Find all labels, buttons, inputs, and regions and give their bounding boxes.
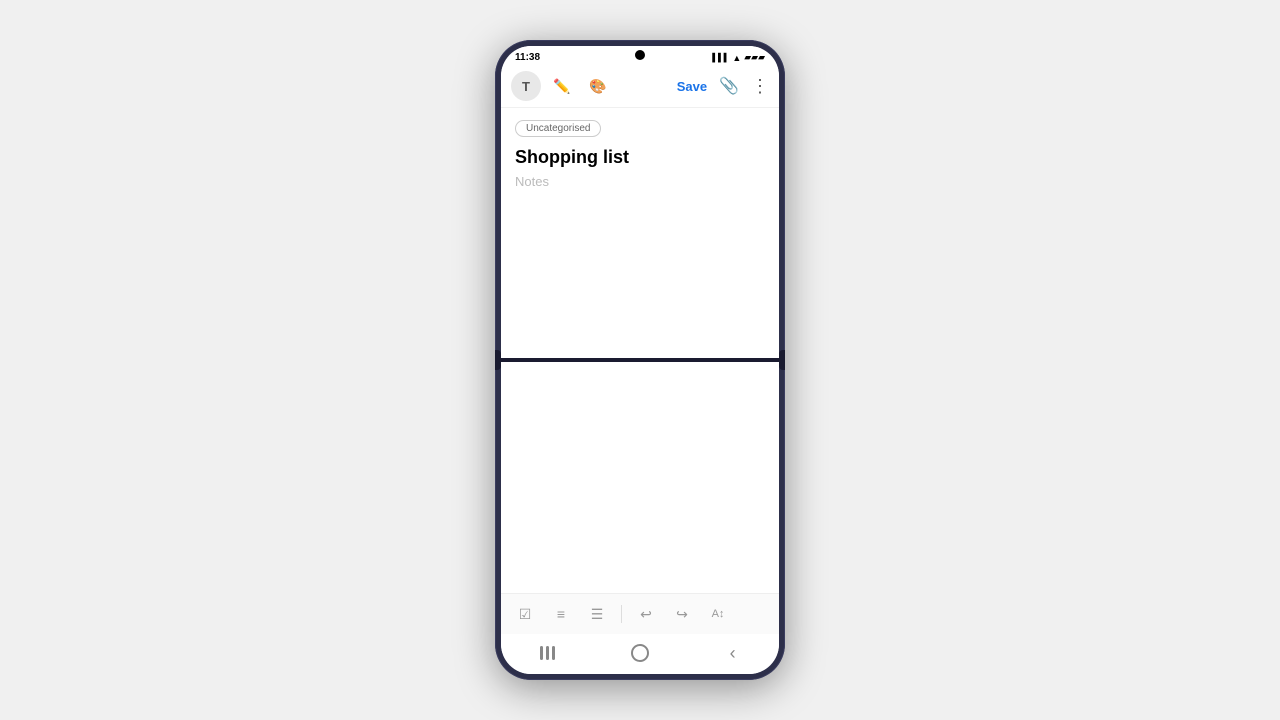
checkbox-icon: ☑ bbox=[519, 606, 532, 623]
status-time: 11:38 bbox=[515, 52, 540, 63]
pen-tool-button[interactable]: ✏️ bbox=[547, 71, 577, 101]
more-menu-icon[interactable]: ⋮ bbox=[751, 76, 769, 97]
signal-icon: ▌▌▌ bbox=[712, 53, 729, 62]
back-button[interactable]: ‹ bbox=[715, 642, 751, 664]
text-format-button[interactable]: T bbox=[511, 71, 541, 101]
back-icon: ‹ bbox=[730, 644, 736, 662]
numbered-list-icon: ☰ bbox=[591, 606, 604, 623]
bottom-format-toolbar: ☑ ≡ ☰ ↩ ↪ A↕ bbox=[501, 593, 779, 634]
text-icon: T bbox=[522, 79, 530, 94]
nav-line-2 bbox=[546, 646, 549, 660]
redo-icon: ↪ bbox=[676, 606, 688, 623]
hinge-left bbox=[495, 350, 501, 370]
palette-icon: 🎨 bbox=[589, 78, 606, 95]
nav-line-3 bbox=[552, 646, 555, 660]
checkbox-insert-button[interactable]: ☑ bbox=[511, 600, 539, 628]
app-toolbar: T ✏️ 🎨 Save 📎 ⋮ bbox=[501, 65, 779, 108]
status-bar: 11:38 ▌▌▌ ▲ ▰▰▰ bbox=[501, 46, 779, 65]
status-icons: ▌▌▌ ▲ ▰▰▰ bbox=[712, 52, 765, 63]
camera-notch bbox=[635, 50, 645, 60]
fold-line bbox=[495, 358, 785, 362]
palette-button[interactable]: 🎨 bbox=[583, 71, 613, 101]
hinge-right bbox=[779, 350, 785, 370]
nav-line-1 bbox=[540, 646, 543, 660]
note-title[interactable]: Shopping list bbox=[515, 147, 765, 168]
text-size-icon: A↕ bbox=[712, 608, 725, 620]
home-button[interactable] bbox=[622, 642, 658, 664]
wifi-icon: ▲ bbox=[732, 53, 741, 63]
bullet-list-icon: ≡ bbox=[557, 606, 565, 622]
category-badge[interactable]: Uncategorised bbox=[515, 120, 601, 137]
pen-icon: ✏️ bbox=[553, 78, 570, 95]
home-icon bbox=[631, 644, 649, 662]
recent-apps-button[interactable] bbox=[529, 642, 565, 664]
recent-apps-icon bbox=[540, 646, 555, 660]
undo-icon: ↩ bbox=[640, 606, 652, 623]
undo-button[interactable]: ↩ bbox=[632, 600, 660, 628]
numbered-list-button[interactable]: ☰ bbox=[583, 600, 611, 628]
toolbar-left: T ✏️ 🎨 bbox=[511, 71, 673, 101]
text-size-button[interactable]: A↕ bbox=[704, 600, 732, 628]
note-content-area[interactable]: Uncategorised Shopping list Notes bbox=[501, 108, 779, 593]
nav-bar: ‹ bbox=[501, 634, 779, 674]
redo-button[interactable]: ↪ bbox=[668, 600, 696, 628]
phone-device: 11:38 ▌▌▌ ▲ ▰▰▰ T ✏️ 🎨 Sa bbox=[495, 40, 785, 680]
bullet-list-button[interactable]: ≡ bbox=[547, 600, 575, 628]
attach-icon[interactable]: 📎 bbox=[719, 76, 739, 96]
note-body-placeholder[interactable]: Notes bbox=[515, 174, 765, 189]
toolbar-right: Save 📎 ⋮ bbox=[677, 76, 769, 97]
battery-icon: ▰▰▰ bbox=[744, 52, 765, 63]
save-button[interactable]: Save bbox=[677, 79, 707, 94]
toolbar-divider bbox=[621, 605, 622, 623]
